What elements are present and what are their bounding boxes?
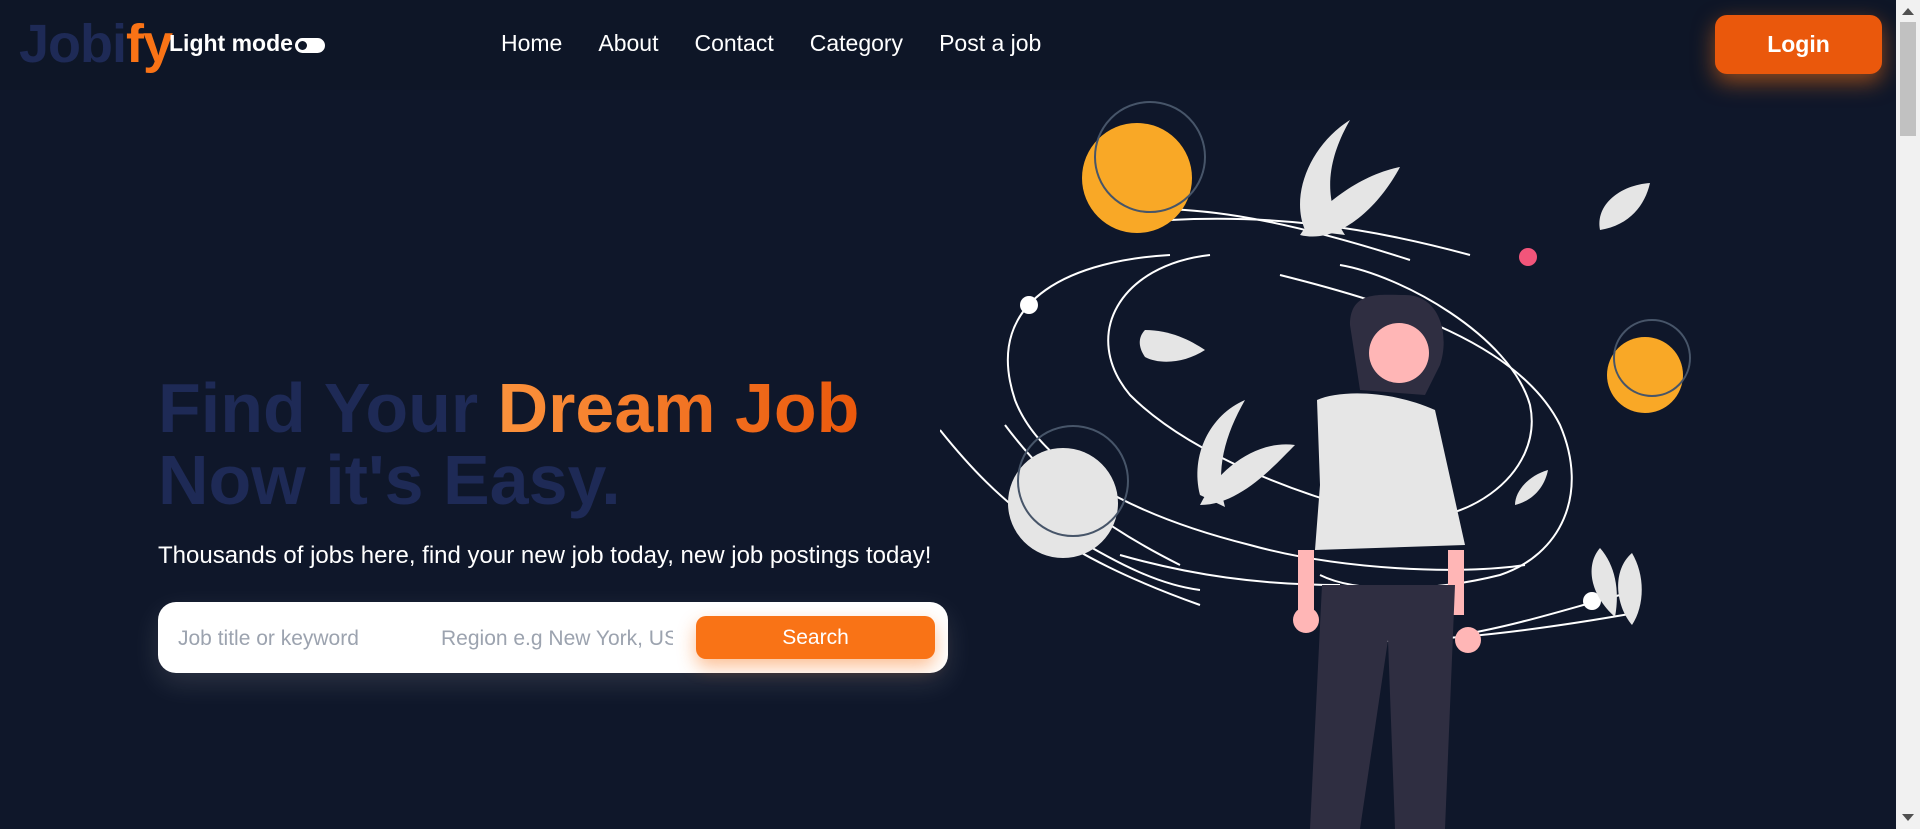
hero-title: Find Your Dream Job Now it's Easy. <box>158 372 859 516</box>
login-button[interactable]: Login <box>1715 15 1882 74</box>
nav-post-a-job[interactable]: Post a job <box>939 30 1041 57</box>
nav-category[interactable]: Category <box>810 30 903 57</box>
header: Jobify Light mode Home About Contact Cat… <box>0 0 1896 90</box>
theme-mode-toggle[interactable]: Light mode <box>169 30 325 57</box>
nav-contact[interactable]: Contact <box>694 30 773 57</box>
planet-grey <box>1008 448 1118 558</box>
person-figure <box>1293 294 1481 829</box>
hero-title-part-1: Find Your <box>158 369 498 447</box>
logo-part-2: fy <box>126 14 173 74</box>
toggle-switch-icon[interactable] <box>294 37 325 53</box>
search-box: Search <box>158 602 948 673</box>
pink-dot <box>1519 248 1537 266</box>
region-input[interactable] <box>439 620 675 658</box>
scroll-thumb[interactable] <box>1900 22 1916 136</box>
nav-about[interactable]: About <box>598 30 658 57</box>
search-button[interactable]: Search <box>696 616 935 659</box>
orbit-lines <box>940 207 1636 643</box>
scroll-down-icon[interactable] <box>1902 814 1914 821</box>
page-scrollbar[interactable] <box>1896 0 1920 829</box>
hero-title-highlight: Dream Job <box>497 369 860 447</box>
hero-subtitle: Thousands of jobs here, find your new jo… <box>158 542 932 569</box>
theme-mode-label: Light mode <box>169 30 293 56</box>
hero-title-line-2: Now it's Easy. <box>158 441 621 519</box>
logo[interactable]: Jobify <box>19 14 173 74</box>
scroll-up-icon[interactable] <box>1902 8 1914 15</box>
logo-part-1: Jobi <box>19 14 127 74</box>
moon-dot <box>1020 296 1038 314</box>
hero-illustration <box>940 101 1691 829</box>
main-nav: Home About Contact Category Post a job <box>501 30 1041 57</box>
job-keyword-input[interactable] <box>176 620 420 658</box>
toggle-knob <box>297 40 307 50</box>
nav-home[interactable]: Home <box>501 30 562 57</box>
